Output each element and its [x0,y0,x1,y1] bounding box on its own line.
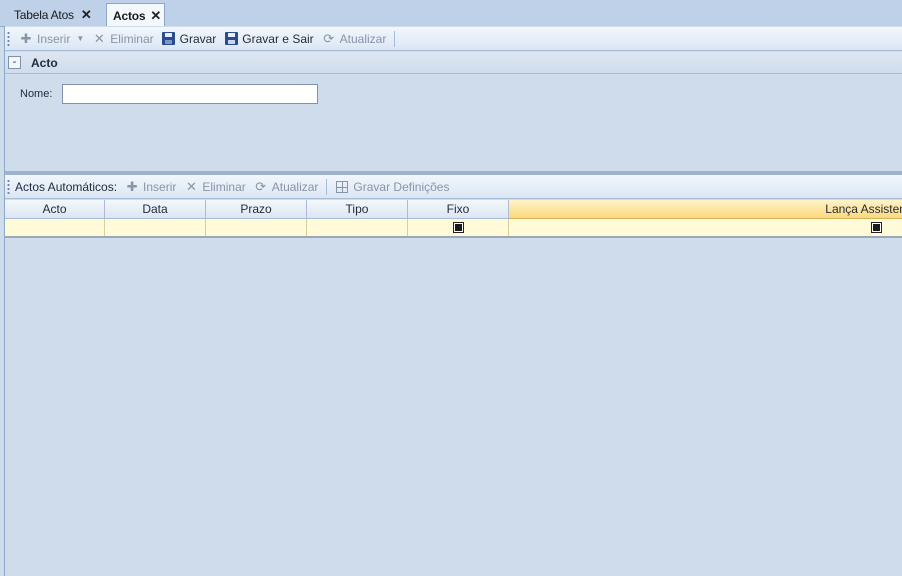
plus-icon: ✚ [20,31,32,46]
main-toolbar: ✚ Inserir ▼ ✕ Eliminar Gravar Gravar e S… [5,27,902,51]
name-field-row: Nome: [20,84,319,104]
column-header-label: Lança Assistente [825,202,902,216]
toolbar-separator [394,30,396,47]
cell-fixo[interactable] [408,219,509,236]
insert-button[interactable]: ✚ Inserir ▼ [15,29,88,49]
refresh-button[interactable]: ⟳ Atualizar [318,29,391,49]
cell-data[interactable] [105,219,206,236]
toolbar-separator [326,178,328,195]
auto-acts-title: Actos Automáticos: [15,179,118,194]
group-title: Acto [31,55,58,70]
actos-form: ✚ Inserir ▼ ✕ Eliminar Gravar Gravar e S… [4,26,902,576]
auto-insert-button[interactable]: ✚ Inserir [121,177,180,197]
refresh-icon: ⟳ [323,31,335,46]
column-header-acto[interactable]: Acto [5,200,105,219]
delete-label: Eliminar [110,31,154,46]
column-header-tipo[interactable]: Tipo [307,200,408,219]
cell-lanca-assistente[interactable] [509,219,902,236]
collapse-group-button[interactable]: - [8,56,21,69]
close-tab-icon[interactable]: ✕ [150,9,161,22]
name-label: Nome: [20,88,53,100]
cell-acto[interactable] [5,219,105,236]
tab-tabela-atos[interactable]: Tabela Atos ✕ [6,3,104,26]
save-button[interactable]: Gravar [158,29,221,49]
grid-settings-icon [335,180,349,194]
auto-insert-label: Inserir [143,179,177,194]
refresh-label: Atualizar [339,31,387,46]
toolbar-grip[interactable] [7,178,10,195]
column-header-prazo[interactable]: Prazo [206,200,307,219]
save-settings-button[interactable]: Gravar Definições [331,177,453,197]
plus-icon: ✚ [126,179,138,194]
x-icon: ✕ [93,31,105,46]
document-tab-strip: Tabela Atos ✕ Actos ✕ [0,0,902,27]
auto-acts-grid: Acto Data Prazo Tipo Fixo Lança Assisten… [5,200,902,238]
acto-group-header: - Acto [5,52,902,74]
auto-refresh-label: Atualizar [271,179,319,194]
name-input[interactable] [62,84,319,104]
auto-delete-label: Eliminar [202,179,246,194]
save-and-exit-button[interactable]: Gravar e Sair [220,29,317,49]
floppy-disk-icon [162,32,176,46]
grid-header-row: Acto Data Prazo Tipo Fixo Lança Assisten… [5,200,902,219]
save-label: Gravar [179,31,217,46]
tab-label: Actos [113,8,146,23]
lanca-assistente-checkbox[interactable] [871,222,882,233]
floppy-disk-exit-icon [224,32,238,46]
column-header-lanca-assistente[interactable]: Lança Assistente [509,200,902,219]
insert-label: Inserir [37,31,71,46]
refresh-icon: ⟳ [255,179,267,194]
fixo-checkbox[interactable] [452,222,464,233]
tab-label: Tabela Atos [14,7,74,22]
x-icon: ✕ [185,179,197,194]
auto-delete-button[interactable]: ✕ Eliminar [180,177,249,197]
close-tab-icon[interactable]: ✕ [81,8,92,21]
save-settings-label: Gravar Definições [353,179,450,194]
table-row[interactable] [5,219,902,238]
auto-acts-toolbar: Actos Automáticos: ✚ Inserir ✕ Eliminar … [5,175,902,199]
column-header-fixo[interactable]: Fixo [408,200,509,219]
column-header-data[interactable]: Data [105,200,206,219]
toolbar-grip[interactable] [7,30,10,47]
delete-button[interactable]: ✕ Eliminar [88,29,157,49]
tab-actos[interactable]: Actos ✕ [106,3,165,27]
auto-refresh-button[interactable]: ⟳ Atualizar [250,177,323,197]
chevron-down-icon[interactable]: ▼ [76,34,84,43]
cell-tipo[interactable] [307,219,408,236]
save-exit-label: Gravar e Sair [242,31,314,46]
cell-prazo[interactable] [206,219,307,236]
